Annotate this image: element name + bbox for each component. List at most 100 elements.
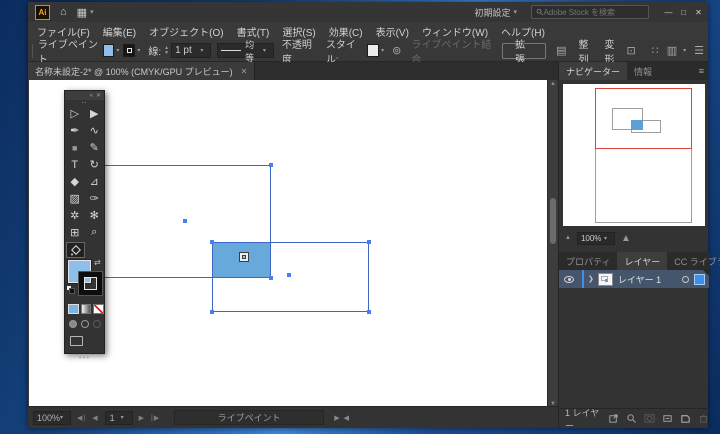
transform-button[interactable]: 変形 xyxy=(605,36,623,66)
vertical-scrollbar[interactable]: ▲ ▼ xyxy=(547,80,557,408)
zoom-out-icon[interactable]: ▲ xyxy=(565,235,571,241)
curvature-tool[interactable]: ∿ xyxy=(85,122,105,139)
previous-artboard-icon[interactable]: ◀ xyxy=(92,414,98,422)
zoom-tool[interactable]: ⌕ xyxy=(85,224,105,241)
gradient-button[interactable] xyxy=(81,304,92,314)
fill-color-swatch[interactable] xyxy=(103,44,115,57)
anchor-point[interactable] xyxy=(210,310,214,314)
center-anchor-1[interactable] xyxy=(183,219,187,223)
rectangle-tool[interactable]: ■ xyxy=(65,139,85,156)
arrange-layout-icon[interactable]: ▦ xyxy=(77,6,87,19)
direct-selection-tool[interactable]: ▶ xyxy=(85,105,105,122)
tab-layers[interactable]: レイヤー xyxy=(617,252,667,270)
new-sublayer-icon[interactable] xyxy=(662,413,673,424)
navigator-preview[interactable] xyxy=(563,84,705,226)
anchor-point[interactable] xyxy=(367,310,371,314)
artboard-canvas[interactable] xyxy=(29,80,547,408)
stroke-chevron-icon[interactable]: ▾ xyxy=(137,47,140,54)
close-button[interactable]: ✕ xyxy=(691,4,706,20)
layer-row[interactable]: ❯ レイヤー 1 xyxy=(559,270,709,288)
layer-name[interactable]: レイヤー 1 xyxy=(618,273,661,286)
anchor-point[interactable] xyxy=(269,276,273,280)
scrollbar-thumb[interactable] xyxy=(550,198,556,244)
last-artboard-icon[interactable]: |▶ xyxy=(151,414,160,422)
menu-view[interactable]: 表示(V) xyxy=(376,24,409,39)
menu-type[interactable]: 書式(T) xyxy=(237,24,270,39)
status-handle-left-icon[interactable]: ▶ xyxy=(334,414,339,422)
collect-for-export-icon[interactable] xyxy=(608,413,619,424)
layout-chevron-icon[interactable]: ▾ xyxy=(90,8,94,16)
panel-close-icon[interactable]: ✕ xyxy=(96,92,101,99)
workspace-chevron-icon[interactable]: ▾ xyxy=(513,8,517,16)
symbol-sprayer-tool[interactable]: ✻ xyxy=(85,207,105,224)
search-input[interactable] xyxy=(543,8,644,17)
status-handle-right-icon[interactable]: ◀ xyxy=(344,414,349,422)
new-layer-icon[interactable] xyxy=(680,413,691,424)
minimize-button[interactable]: — xyxy=(661,4,676,20)
fill-chevron-icon[interactable]: ▾ xyxy=(116,47,119,54)
none-button[interactable] xyxy=(93,304,104,314)
eraser-tool[interactable]: ◆ xyxy=(65,173,85,190)
pen-tool[interactable]: ✒ xyxy=(65,122,85,139)
draw-behind-icon[interactable] xyxy=(81,320,89,328)
eyedropper-tool[interactable]: ✑ xyxy=(85,190,105,207)
workspace-switcher[interactable]: 初期設定 xyxy=(474,6,510,19)
style-chevron-icon[interactable]: ▾ xyxy=(381,47,384,54)
navigator-view-proxy[interactable] xyxy=(595,88,692,149)
target-circle-icon[interactable] xyxy=(682,276,689,283)
layer-thumbnail[interactable] xyxy=(598,273,613,286)
tab-info[interactable]: 情報 xyxy=(627,62,659,80)
stroke-swatch[interactable] xyxy=(79,272,102,295)
adobe-stock-search[interactable] xyxy=(531,5,649,19)
expand-chevron-icon[interactable]: ❯ xyxy=(588,275,594,283)
opacity-label[interactable]: 不透明度 xyxy=(282,36,318,66)
artboard-grid-icon[interactable]: ∷ xyxy=(652,44,659,57)
anchor-point[interactable] xyxy=(269,163,273,167)
center-anchor-2[interactable] xyxy=(287,273,291,277)
selection-tool[interactable]: ▷ xyxy=(65,105,85,122)
stroke-stepper[interactable]: ▲▼ xyxy=(164,46,169,56)
type-tool[interactable]: T xyxy=(65,156,85,173)
app-logo-icon[interactable]: Ai xyxy=(35,5,50,20)
status-display[interactable]: ライブペイント xyxy=(174,410,324,425)
document-tab[interactable]: 名称未設定-2* @ 100% (CMYK/GPU プレビュー) ✕ xyxy=(28,62,255,80)
pencil-tool[interactable]: ✎ xyxy=(85,139,105,156)
locate-object-icon[interactable] xyxy=(626,413,637,424)
style-swatch[interactable] xyxy=(367,44,379,57)
stroke-weight-field[interactable]: 1 pt▾ xyxy=(171,43,211,58)
tab-close-icon[interactable]: ✕ xyxy=(241,67,248,76)
document-list-icon[interactable]: ☰ xyxy=(694,44,704,57)
tab-properties[interactable]: プロパティ xyxy=(559,252,617,270)
options-panel-icon[interactable]: ▤ xyxy=(556,44,566,57)
maximize-button[interactable]: □ xyxy=(676,4,691,20)
draw-normal-icon[interactable] xyxy=(69,320,77,328)
artboard-tool[interactable]: ⊞ xyxy=(65,224,85,241)
zoom-in-icon[interactable]: ▲ xyxy=(621,233,631,244)
draw-inside-icon[interactable] xyxy=(93,320,101,328)
screen-mode-icon[interactable] xyxy=(70,336,83,346)
scroll-up-icon[interactable]: ▲ xyxy=(548,81,558,87)
home-icon[interactable]: ⌂ xyxy=(60,6,67,18)
stroke-color-swatch[interactable] xyxy=(123,44,135,57)
color-button[interactable] xyxy=(68,304,79,314)
swap-fill-stroke-icon[interactable]: ⇄ xyxy=(94,258,101,267)
first-artboard-icon[interactable]: ◀| xyxy=(77,414,86,422)
live-paint-bucket-tool[interactable] xyxy=(66,242,85,258)
artboard-number-field[interactable]: 1▾ xyxy=(105,411,133,425)
navigator-menu-icon[interactable]: ≡ xyxy=(699,66,704,76)
edit-toolbar-button[interactable]: ••• xyxy=(65,346,104,362)
free-transform-icon[interactable]: ⊡ xyxy=(626,44,635,57)
collapse-icon[interactable]: « xyxy=(90,93,93,99)
align-button[interactable]: 整列 xyxy=(579,36,597,66)
tab-navigator[interactable]: ナビゲーター xyxy=(559,62,627,80)
blend-tool[interactable]: ✲ xyxy=(65,207,85,224)
tab-libraries[interactable]: CC ライブラリ xyxy=(667,252,720,270)
scale-tool[interactable]: ⊿ xyxy=(85,173,105,190)
navigator-zoom-field[interactable]: 100%▾ xyxy=(577,232,615,245)
arrange-chevron-icon[interactable]: ▾ xyxy=(683,47,686,54)
visibility-eye-icon[interactable] xyxy=(564,276,574,283)
recolor-artwork-icon[interactable]: ⊚ xyxy=(392,44,401,57)
expand-button[interactable]: 拡張 xyxy=(502,43,546,59)
anchor-point[interactable] xyxy=(367,240,371,244)
arrange-documents-icon[interactable]: ▥ xyxy=(667,44,677,57)
